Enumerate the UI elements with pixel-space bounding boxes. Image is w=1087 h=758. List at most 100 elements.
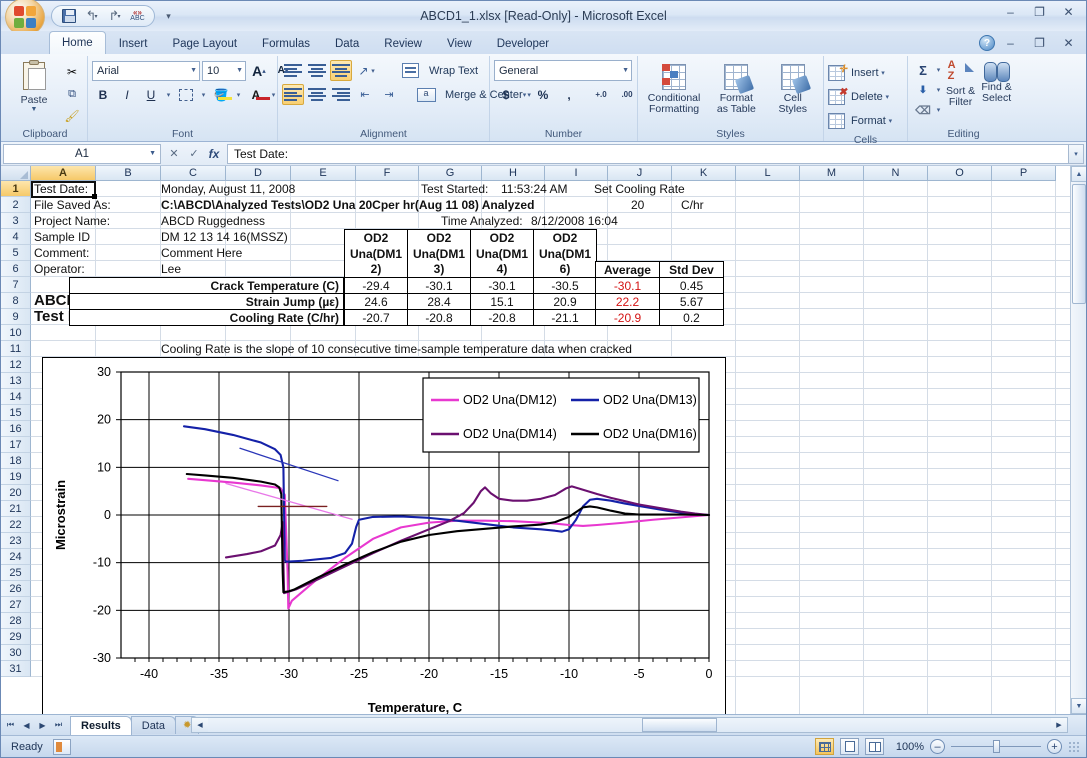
horizontal-scrollbar[interactable]: ◀ ▶ <box>191 717 1068 733</box>
chevron-down-icon[interactable]: ▼ <box>149 150 156 157</box>
results-cell-r1-c1[interactable]: 28.4 <box>408 294 471 310</box>
cell-a5[interactable]: Comment: <box>34 245 89 261</box>
borders-button[interactable] <box>175 84 197 105</box>
number-format-combo[interactable]: General ▼ <box>494 60 632 81</box>
row-header-11[interactable]: 11 <box>1 341 31 357</box>
scroll-left-button[interactable]: ◀ <box>192 718 208 732</box>
column-header-N[interactable]: N <box>864 166 928 181</box>
column-header-M[interactable]: M <box>800 166 864 181</box>
child-minimize-button[interactable]: – <box>997 34 1024 52</box>
align-middle-button[interactable] <box>306 60 328 81</box>
first-sheet-button[interactable]: ⏮ <box>3 717 18 733</box>
cell-a3[interactable]: Project Name: <box>34 213 110 229</box>
page-layout-view-button[interactable] <box>840 738 859 755</box>
formula-input[interactable]: Test Date: <box>227 144 1068 164</box>
cell-c6-operator[interactable]: Lee <box>161 261 181 277</box>
stat-stddev-1[interactable]: 5.67 <box>660 294 724 310</box>
row-header-4[interactable]: 4 <box>1 229 31 245</box>
insert-dropdown-icon[interactable]: ▾ <box>879 69 888 77</box>
column-header-D[interactable]: D <box>226 166 291 181</box>
zoom-in-button[interactable]: + <box>1047 739 1062 754</box>
tab-developer[interactable]: Developer <box>485 33 561 54</box>
child-close-button[interactable]: ✕ <box>1055 34 1082 52</box>
format-as-table-button[interactable]: Format as Table <box>708 62 764 115</box>
row-header-2[interactable]: 2 <box>1 197 31 213</box>
help-icon[interactable]: ? <box>979 35 995 51</box>
stat-average-0[interactable]: -30.1 <box>596 278 660 294</box>
italic-button[interactable]: I <box>116 84 138 105</box>
row-header-28[interactable]: 28 <box>1 613 31 629</box>
autosum-dropdown-icon[interactable]: ▾ <box>934 66 943 74</box>
cell-c4-sample[interactable]: DM 12 13 14 16(MSSZ) <box>161 229 288 245</box>
results-cell-r2-c0[interactable]: -20.7 <box>345 310 408 326</box>
column-header-J[interactable]: J <box>608 166 672 181</box>
column-header-K[interactable]: K <box>672 166 736 181</box>
fill-color-dropdown-icon[interactable]: ▾ <box>234 91 243 99</box>
undo-dropdown-icon[interactable]: ▾ <box>94 13 97 20</box>
column-header-G[interactable]: G <box>419 166 482 181</box>
cell-c5-comment[interactable]: Comment Here <box>161 245 242 261</box>
borders-dropdown-icon[interactable]: ▾ <box>199 91 208 99</box>
row-header-12[interactable]: 12 <box>1 357 31 373</box>
row-header-26[interactable]: 26 <box>1 581 31 597</box>
currency-dropdown-icon[interactable]: ▾ <box>520 91 529 99</box>
chart-container[interactable]: -30-20-100102030-40-35-30-25-20-15-10-50… <box>42 357 726 714</box>
cell-a2[interactable]: File Saved As: <box>34 197 111 213</box>
delete-dropdown-icon[interactable]: ▾ <box>883 93 892 101</box>
child-restore-button[interactable]: ❐ <box>1026 34 1053 52</box>
row-header-31[interactable]: 31 <box>1 661 31 677</box>
test-started-value[interactable]: 11:53:24 AM <box>501 181 568 197</box>
zoom-level[interactable]: 100% <box>890 741 924 753</box>
results-cell-r1-c3[interactable]: 20.9 <box>534 294 597 310</box>
scroll-right-button[interactable]: ▶ <box>1051 718 1067 732</box>
bold-button[interactable]: B <box>92 84 114 105</box>
row-header-17[interactable]: 17 <box>1 437 31 453</box>
row-header-20[interactable]: 20 <box>1 485 31 501</box>
results-cell-r1-c0[interactable]: 24.6 <box>345 294 408 310</box>
row-header-9[interactable]: 9 <box>1 309 31 325</box>
results-cell-r0-c1[interactable]: -30.1 <box>408 278 471 294</box>
align-top-button[interactable] <box>282 60 304 81</box>
row-header-3[interactable]: 3 <box>1 213 31 229</box>
paste-button[interactable]: Paste ▼ <box>7 60 61 113</box>
row-header-16[interactable]: 16 <box>1 421 31 437</box>
vertical-scroll-thumb[interactable] <box>1072 184 1086 304</box>
row-header-5[interactable]: 5 <box>1 245 31 261</box>
font-name-combo[interactable]: Arial ▼ <box>92 61 200 81</box>
delete-cells-button[interactable]: ✖ Delete ▾ <box>828 85 892 109</box>
cell-c1-date[interactable]: Monday, August 11, 2008 <box>161 181 295 197</box>
column-header-L[interactable]: L <box>736 166 800 181</box>
row-header-8[interactable]: 8 <box>1 293 31 309</box>
format-cells-button[interactable]: Format ▾ <box>828 109 895 133</box>
resize-grip[interactable] <box>1068 741 1080 753</box>
column-header-I[interactable]: I <box>545 166 608 181</box>
paste-dropdown-icon[interactable]: ▼ <box>31 106 38 113</box>
underline-dropdown-icon[interactable]: ▾ <box>164 91 173 99</box>
cell-styles-button[interactable]: Cell Styles <box>767 62 819 115</box>
column-header-C[interactable]: C <box>161 166 226 181</box>
close-button[interactable]: ✕ <box>1055 3 1082 21</box>
cell-a1[interactable]: Test Date: <box>34 181 88 197</box>
insert-cells-button[interactable]: ✛ Insert ▾ <box>828 61 888 85</box>
confirm-formula-button[interactable]: ✓ <box>185 145 203 163</box>
align-center-button[interactable] <box>306 84 328 105</box>
stat-average-2[interactable]: -20.9 <box>596 310 660 326</box>
select-all-button[interactable] <box>1 166 31 181</box>
cell-c2-filepath[interactable]: C:\ABCD\Analyzed Tests\OD2 Una 20Cper hr… <box>161 197 534 213</box>
fill-dropdown-icon[interactable]: ▾ <box>934 86 943 94</box>
column-header-F[interactable]: F <box>356 166 419 181</box>
minimize-button[interactable]: – <box>997 3 1024 21</box>
row-header-13[interactable]: 13 <box>1 373 31 389</box>
column-header-O[interactable]: O <box>928 166 992 181</box>
format-dropdown-icon[interactable]: ▾ <box>886 117 895 125</box>
zoom-out-button[interactable]: – <box>930 739 945 754</box>
stat-stddev-2[interactable]: 0.2 <box>660 310 724 326</box>
fill-button[interactable]: ⬇ <box>912 80 934 100</box>
prev-sheet-button[interactable]: ◀ <box>19 717 34 733</box>
row-header-23[interactable]: 23 <box>1 533 31 549</box>
results-cell-r2-c2[interactable]: -20.8 <box>471 310 534 326</box>
scroll-up-button[interactable]: ▲ <box>1071 166 1086 182</box>
cut-button[interactable]: ✂ <box>61 62 83 82</box>
sheet-tab-data[interactable]: Data <box>131 716 176 734</box>
name-box[interactable]: A1 ▼ <box>3 144 161 164</box>
